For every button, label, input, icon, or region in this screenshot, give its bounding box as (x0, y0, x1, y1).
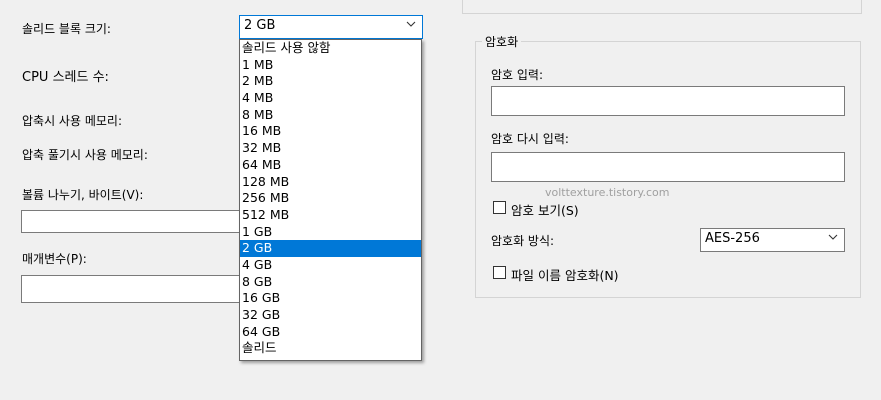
encryption-method-combo[interactable]: AES-256 (700, 228, 845, 252)
parameters-input[interactable] (21, 275, 243, 303)
dropdown-option[interactable]: 32 MB (240, 140, 421, 157)
dropdown-option[interactable]: 4 MB (240, 90, 421, 107)
show-password-checkbox[interactable] (493, 201, 506, 214)
dropdown-option[interactable]: 솔리드 사용 않함 (240, 40, 421, 57)
split-volume-input[interactable] (21, 210, 243, 233)
chevron-down-icon[interactable] (406, 19, 416, 29)
dropdown-option[interactable]: 16 GB (240, 290, 421, 307)
password-again-input[interactable] (491, 152, 845, 182)
password-label: 암호 입력: (491, 68, 544, 82)
dropdown-option[interactable]: 512 MB (240, 207, 421, 224)
dropdown-option[interactable]: 2 GB (240, 240, 421, 257)
compress-memory-label: 압축시 사용 메모리: (22, 114, 122, 128)
block-size-value: 2 GB (244, 18, 276, 33)
dropdown-option[interactable]: 4 GB (240, 257, 421, 274)
show-password-label[interactable]: 암호 보기(S) (511, 200, 579, 219)
dropdown-option[interactable]: 8 MB (240, 107, 421, 124)
dropdown-option[interactable]: 2 MB (240, 73, 421, 90)
encryption-method-value: AES-256 (705, 231, 760, 246)
dropdown-option[interactable]: 1 GB (240, 224, 421, 241)
dropdown-option[interactable]: 64 MB (240, 157, 421, 174)
split-volume-label: 볼륨 나누기, 바이트(V): (22, 188, 144, 202)
dropdown-option[interactable]: 1 MB (240, 57, 421, 74)
encryption-method-label: 암호화 방식: (491, 234, 555, 248)
dropdown-option[interactable]: 32 GB (240, 307, 421, 324)
block-size-dropdown-list[interactable]: 솔리드 사용 않함 1 MB 2 MB 4 MB 8 MB 16 MB 32 MB 64 MB… (239, 39, 422, 361)
chevron-down-icon[interactable] (828, 232, 838, 242)
dropdown-option[interactable]: 16 MB (240, 123, 421, 140)
encryption-group-title: 암호화 (482, 33, 522, 50)
dropdown-option[interactable]: 128 MB (240, 174, 421, 191)
watermark-text: volttexture.tistory.com (545, 186, 670, 199)
cpu-threads-label: CPU 스레드 수: (22, 70, 109, 85)
decompress-memory-label: 압축 풀기시 사용 메모리: (22, 148, 148, 162)
encrypt-filenames-label[interactable]: 파일 이름 암호화(N) (511, 265, 619, 284)
encrypt-filenames-checkbox[interactable] (493, 266, 506, 279)
dropdown-option[interactable]: 256 MB (240, 190, 421, 207)
block-size-label: 솔리드 블록 크기: (22, 22, 111, 36)
dropdown-option[interactable]: 64 GB (240, 324, 421, 341)
dropdown-option[interactable]: 솔리드 (240, 340, 421, 357)
upper-group-frame (462, 0, 862, 14)
password-again-label: 암호 다시 입력: (491, 132, 569, 146)
dropdown-option[interactable]: 8 GB (240, 274, 421, 291)
parameters-label: 매개변수(P): (22, 252, 87, 266)
block-size-combo[interactable]: 2 GB (239, 15, 423, 39)
password-input[interactable] (491, 86, 845, 116)
